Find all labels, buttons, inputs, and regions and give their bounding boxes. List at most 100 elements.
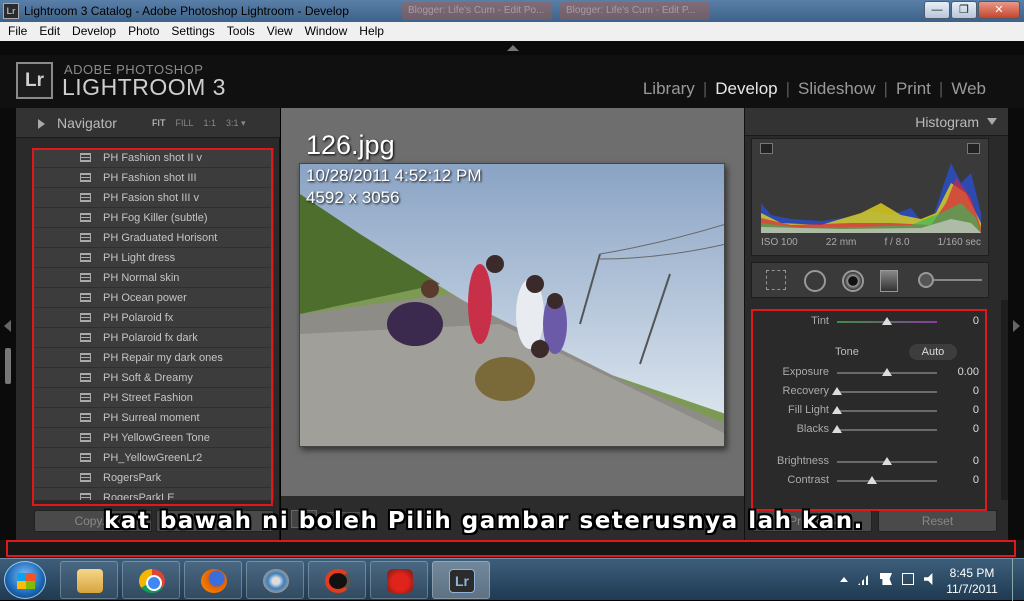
menu-edit[interactable]: Edit [33, 22, 66, 41]
show-desktop-button[interactable] [1012, 559, 1024, 601]
preset-item[interactable]: PH Soft & Dreamy [34, 368, 274, 388]
menu-window[interactable]: Window [299, 22, 354, 41]
preset-item[interactable]: RogersParkLE [34, 488, 274, 500]
background-browser-tab-1[interactable]: Blogger: Life's Cum - Edit Po... [402, 2, 552, 20]
preset-item[interactable]: PH Graduated Horisont [34, 228, 274, 248]
menu-view[interactable]: View [261, 22, 299, 41]
taskbar-clock[interactable]: 8:45 PM 11/7/2011 [944, 565, 1000, 597]
menu-file[interactable]: File [2, 22, 33, 41]
reset-button[interactable]: Reset [878, 510, 997, 532]
contrast-track[interactable] [837, 480, 937, 482]
menu-develop[interactable]: Develop [66, 22, 122, 41]
exposure-slider[interactable]: Exposure 0.00 [751, 365, 989, 381]
taskbar-media[interactable] [246, 561, 304, 599]
brightness-thumb[interactable] [882, 457, 892, 465]
tint-slider[interactable]: Tint 0 [751, 314, 989, 330]
taskbar-firefox[interactable] [184, 561, 242, 599]
preset-item[interactable]: PH Polaroid fx [34, 308, 274, 328]
close-button[interactable]: ✕ [978, 1, 1020, 19]
filmstrip-toggle-strip[interactable] [0, 540, 1024, 558]
adjustment-brush-icon[interactable] [918, 270, 984, 290]
volume-icon[interactable] [924, 573, 933, 585]
tint-value[interactable]: 0 [973, 315, 979, 327]
maximize-button[interactable]: ❐ [951, 1, 977, 19]
left-panel-toggle-strip[interactable] [0, 108, 16, 540]
recovery-track[interactable] [837, 391, 937, 393]
taskbar-lightroom[interactable]: Lr [432, 561, 490, 599]
minimize-button[interactable]: — [924, 1, 950, 19]
module-print[interactable]: Print [896, 79, 931, 99]
taskbar-explorer[interactable] [60, 561, 118, 599]
network-icon[interactable] [858, 573, 870, 585]
image-display-area[interactable]: 126.jpg 10/28/2011 4:52:12 PM 4592 x 305… [281, 108, 744, 496]
preset-item[interactable]: PH Ocean power [34, 288, 274, 308]
right-panel-scrollbar[interactable] [1001, 300, 1008, 500]
zoom-1-1[interactable]: 1:1 [204, 118, 217, 129]
recovery-thumb[interactable] [832, 387, 842, 395]
taskbar-angry-birds[interactable] [370, 561, 428, 599]
zoom-fit[interactable]: FIT [152, 118, 166, 129]
recovery-value[interactable]: 0 [973, 385, 979, 397]
preset-item[interactable]: PH Repair my dark ones [34, 348, 274, 368]
blacks-thumb[interactable] [832, 425, 842, 433]
collapse-top-panel-icon[interactable] [507, 45, 519, 51]
contrast-slider[interactable]: Contrast 0 [751, 473, 989, 489]
contrast-thumb[interactable] [867, 476, 877, 484]
left-panel-scrollbar[interactable] [5, 348, 11, 384]
graduated-filter-icon[interactable] [880, 270, 898, 292]
menu-tools[interactable]: Tools [221, 22, 261, 41]
taskbar-chrome[interactable] [122, 561, 180, 599]
preset-item[interactable]: PH Fashion shot III [34, 168, 274, 188]
blacks-track[interactable] [837, 429, 937, 431]
show-hidden-icons-icon[interactable] [840, 576, 848, 582]
navigator-header[interactable]: Navigator FIT FILL 1:1 3:1 ▾ [16, 108, 280, 138]
recovery-slider[interactable]: Recovery 0 [751, 384, 989, 400]
zoom-fill[interactable]: FILL [176, 118, 194, 129]
crop-overlay-icon[interactable] [766, 270, 786, 290]
histogram-display[interactable]: ISO 100 22 mm f / 8.0 1/160 sec [751, 138, 989, 256]
tint-thumb[interactable] [882, 317, 892, 325]
expand-navigator-icon[interactable] [38, 119, 45, 129]
auto-tone-button[interactable]: Auto [909, 344, 957, 360]
preset-item[interactable]: PH Fasion shot III v [34, 188, 274, 208]
top-panel-toggle-strip[interactable] [0, 41, 1024, 55]
brightness-value[interactable]: 0 [973, 455, 979, 467]
right-panel-toggle-strip[interactable] [1008, 108, 1024, 540]
background-browser-tab-2[interactable]: Blogger: Life's Cum - Edit P... [560, 2, 710, 20]
exposure-value[interactable]: 0.00 [958, 366, 979, 378]
preset-item[interactable]: PH YellowGreen Tone [34, 428, 274, 448]
preset-item[interactable]: PH Normal skin [34, 268, 274, 288]
blacks-slider[interactable]: Blacks 0 [751, 422, 989, 438]
fill-light-slider[interactable]: Fill Light 0 [751, 403, 989, 419]
fill-light-value[interactable]: 0 [973, 404, 979, 416]
preset-item[interactable]: PH Polaroid fx dark [34, 328, 274, 348]
collapse-left-panel-icon[interactable] [4, 320, 11, 332]
taskbar-app[interactable] [308, 561, 366, 599]
exposure-thumb[interactable] [882, 368, 892, 376]
spot-removal-icon[interactable] [804, 270, 826, 292]
action-center-icon[interactable] [880, 573, 892, 585]
module-develop[interactable]: Develop [715, 79, 777, 99]
preset-item[interactable]: RogersPark [34, 468, 274, 488]
fill-light-thumb[interactable] [832, 406, 842, 414]
zoom-3-1[interactable]: 3:1 ▾ [226, 118, 246, 129]
menu-photo[interactable]: Photo [122, 22, 165, 41]
module-library[interactable]: Library [643, 79, 695, 99]
module-web[interactable]: Web [951, 79, 986, 99]
contrast-value[interactable]: 0 [973, 474, 979, 486]
preset-item[interactable]: PH Fashion shot II v [34, 148, 274, 168]
start-button[interactable] [4, 561, 46, 599]
preset-item[interactable]: PH_YellowGreenLr2 [34, 448, 274, 468]
brightness-slider[interactable]: Brightness 0 [751, 454, 989, 470]
preset-item[interactable]: PH Surreal moment [34, 408, 274, 428]
menu-settings[interactable]: Settings [165, 22, 220, 41]
fill-light-track[interactable] [837, 410, 937, 412]
power-icon[interactable] [902, 573, 914, 585]
preset-item[interactable]: PH Light dress [34, 248, 274, 268]
collapse-right-panel-icon[interactable] [1013, 320, 1020, 332]
menu-help[interactable]: Help [353, 22, 390, 41]
preset-item[interactable]: PH Street Fashion [34, 388, 274, 408]
histogram-header[interactable]: Histogram [745, 108, 1009, 136]
collapse-histogram-icon[interactable] [987, 118, 997, 125]
presets-list[interactable]: PH Fashion shot II v PH Fashion shot III… [34, 148, 274, 500]
